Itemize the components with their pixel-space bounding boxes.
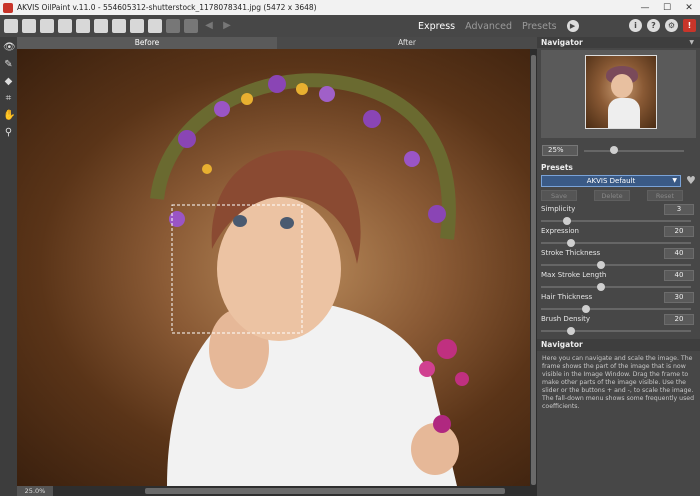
navigator-preview[interactable] <box>541 50 696 138</box>
help-icon[interactable]: ? <box>647 19 660 32</box>
navigator-title: Navigator <box>541 38 583 47</box>
eraser-icon[interactable]: ◆ <box>3 76 14 87</box>
zoom-select[interactable]: 25% <box>542 145 578 156</box>
main-toolbar: ◀ ▶ Express Advanced Presets ▶ i ? ⚙ ! <box>0 15 700 37</box>
param-value[interactable]: 40 <box>664 270 694 281</box>
param-stroke-thickness: Stroke Thickness 40 <box>537 247 700 269</box>
save-preset-button[interactable]: Save <box>541 190 577 201</box>
param-brush-density: Brush Density 20 <box>537 313 700 335</box>
collapse-icon[interactable]: ▼ <box>689 37 694 48</box>
photo-illustration <box>150 73 469 486</box>
parameter-list: Simplicity 3 Expression 20 Stroke Thickn… <box>537 203 700 335</box>
left-toolbar: 👁 ✎ ◆ ⌗ ✋ ⚲ <box>0 37 17 496</box>
navigator-thumbnail[interactable] <box>585 55 657 129</box>
mode-advanced[interactable]: Advanced <box>465 21 512 32</box>
app-logo-icon <box>3 2 13 13</box>
param-simplicity: Simplicity 3 <box>537 203 700 225</box>
vertical-scroll-thumb[interactable] <box>531 55 536 485</box>
param-slider-knob[interactable] <box>567 239 575 247</box>
minimize-button[interactable]: — <box>634 3 656 13</box>
run-play-icon[interactable]: ▶ <box>566 20 579 32</box>
share-icon[interactable] <box>94 19 108 33</box>
param-max-stroke-length: Max Stroke Length 40 <box>537 269 700 291</box>
param-label: Expression <box>541 227 579 235</box>
chevron-down-icon: ▼ <box>672 176 677 184</box>
param-slider-knob[interactable] <box>597 261 605 269</box>
zoom-slider-knob[interactable] <box>610 146 618 154</box>
param-label: Brush Density <box>541 315 591 323</box>
param-value[interactable]: 20 <box>664 226 694 237</box>
favorite-heart-icon[interactable]: ♥ <box>686 174 696 187</box>
home-icon[interactable] <box>4 19 18 33</box>
mode-presets[interactable]: Presets <box>522 21 557 32</box>
redo-icon[interactable]: ▶ <box>220 19 234 33</box>
settings-panel: Navigator ▼ 25% Presets AKVIS Default ▼ … <box>537 37 700 496</box>
tab-before[interactable]: Before <box>17 37 277 49</box>
preset-buttons: Save Delete Reset <box>537 190 700 201</box>
navigator-header: Navigator ▼ <box>537 37 700 48</box>
zoom-slider[interactable] <box>584 145 684 156</box>
status-bar: 25.0% <box>17 486 537 496</box>
disabled-icon <box>184 19 198 33</box>
delete-preset-button[interactable]: Delete <box>594 190 630 201</box>
preset-select[interactable]: AKVIS Default ▼ <box>541 174 681 187</box>
title-bar: AKVIS OilPaint v.11.0 - 554605312-shutte… <box>0 0 700 15</box>
param-label: Max Stroke Length <box>541 271 607 279</box>
zoom-icon[interactable]: ⚲ <box>3 127 14 138</box>
param-label: Hair Thickness <box>541 293 593 301</box>
zoom-level: 25.0% <box>17 486 53 496</box>
save-icon[interactable] <box>40 19 54 33</box>
gear-icon[interactable]: ⚙ <box>665 19 678 32</box>
param-value[interactable]: 30 <box>664 292 694 303</box>
disabled-icon <box>166 19 180 33</box>
param-slider-knob[interactable] <box>567 327 575 335</box>
param-value[interactable]: 3 <box>664 204 694 215</box>
param-slider-knob[interactable] <box>597 283 605 291</box>
notifications-icon[interactable]: ! <box>683 19 696 32</box>
param-value[interactable]: 40 <box>664 248 694 259</box>
eye-icon[interactable]: 👁 <box>3 42 16 53</box>
window-title: AKVIS OilPaint v.11.0 - 554605312-shutte… <box>17 3 317 12</box>
param-slider-knob[interactable] <box>582 305 590 313</box>
presets-title: Presets <box>541 163 573 172</box>
batch-icon[interactable] <box>76 19 90 33</box>
brush-icon[interactable] <box>112 19 126 33</box>
horizontal-scroll-thumb[interactable] <box>145 488 505 494</box>
param-slider-knob[interactable] <box>562 217 571 225</box>
tab-after[interactable]: After <box>277 37 537 49</box>
mode-switch: Express Advanced Presets ▶ <box>418 15 579 37</box>
toolbar-right: i ? ⚙ ! <box>624 19 696 32</box>
before-after-tabs: Before After <box>17 37 537 49</box>
help-text: Here you can navigate and scale the imag… <box>542 355 695 410</box>
crop-icon[interactable]: ⌗ <box>3 93 14 104</box>
param-expression: Expression 20 <box>537 225 700 247</box>
help-title: Navigator <box>537 339 700 351</box>
info-icon[interactable]: i <box>629 19 642 32</box>
param-value[interactable]: 20 <box>664 314 694 325</box>
hand-icon[interactable]: ✋ <box>3 110 15 121</box>
close-button[interactable]: ✕ <box>678 3 700 13</box>
param-hair-thickness: Hair Thickness 30 <box>537 291 700 313</box>
mode-express[interactable]: Express <box>418 21 455 32</box>
undo-icon[interactable]: ◀ <box>202 19 216 33</box>
print-icon[interactable] <box>58 19 72 33</box>
navigator-zoom-row: 25% <box>537 142 700 159</box>
preset-row: AKVIS Default ▼ ♥ <box>537 174 700 187</box>
param-label: Stroke Thickness <box>541 249 601 257</box>
image-canvas[interactable] <box>17 49 530 486</box>
maximize-button[interactable]: ☐ <box>656 3 678 13</box>
preset-selected-value: AKVIS Default <box>586 176 636 185</box>
vertical-scrollbar[interactable] <box>530 49 537 486</box>
param-label: Simplicity <box>541 205 576 213</box>
open-icon[interactable] <box>22 19 36 33</box>
plugin-icon[interactable] <box>148 19 162 33</box>
reset-preset-button[interactable]: Reset <box>647 190 683 201</box>
settings-icon[interactable] <box>130 19 144 33</box>
pencil-icon[interactable]: ✎ <box>3 59 14 70</box>
